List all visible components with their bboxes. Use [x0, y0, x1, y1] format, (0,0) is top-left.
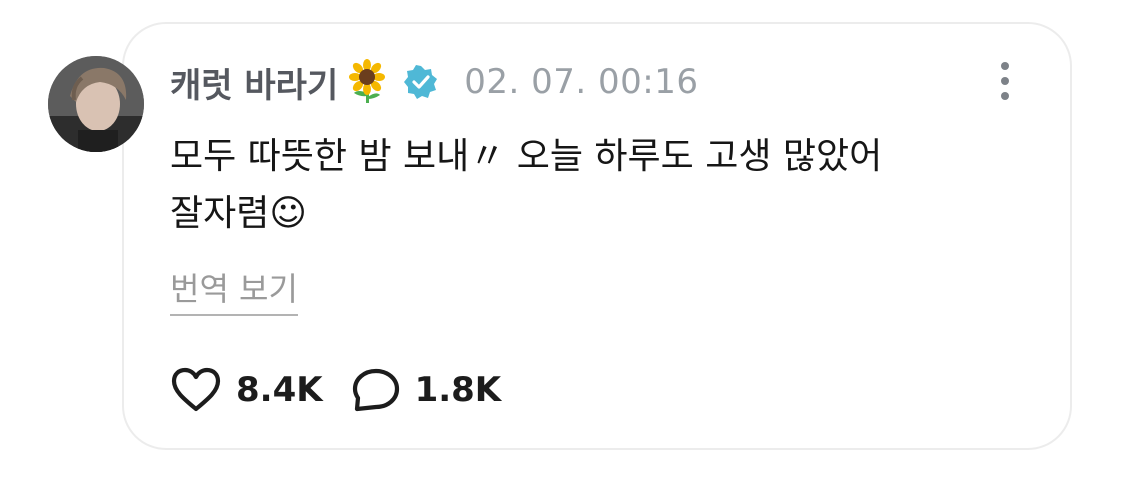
- post-body: 모두 따뜻한 밤 보내〃 오늘 하루도 고생 많았어 잘자렴☺: [170, 128, 990, 242]
- avatar[interactable]: [48, 56, 144, 152]
- sunflower-icon: [349, 59, 386, 103]
- translate-link[interactable]: 번역 보기: [170, 264, 298, 316]
- like-button[interactable]: 8.4K: [170, 367, 323, 413]
- author-name[interactable]: 캐럿 바라기: [170, 58, 338, 107]
- comment-bubble-icon: [352, 368, 399, 412]
- post-actions: 8.4K 1.8K: [170, 362, 501, 418]
- post-timestamp: 02. 07. 00:16: [464, 62, 699, 102]
- more-vertical-icon: [1001, 62, 1009, 70]
- comment-button[interactable]: 1.8K: [351, 367, 502, 413]
- like-count: 8.4K: [236, 370, 323, 410]
- heart-icon: [171, 367, 221, 412]
- avatar-image: [48, 56, 144, 152]
- comment-count: 1.8K: [414, 370, 502, 410]
- post-text-line: 잘자렴☺: [170, 193, 307, 234]
- verified-check-icon: [404, 65, 438, 99]
- post-text-line: 모두 따뜻한 밤 보내〃 오늘 하루도 고생 많았어: [170, 136, 883, 177]
- post-header: 캐럿 바라기 02. 07. 00:16: [170, 54, 699, 110]
- more-options-button[interactable]: [990, 58, 1020, 104]
